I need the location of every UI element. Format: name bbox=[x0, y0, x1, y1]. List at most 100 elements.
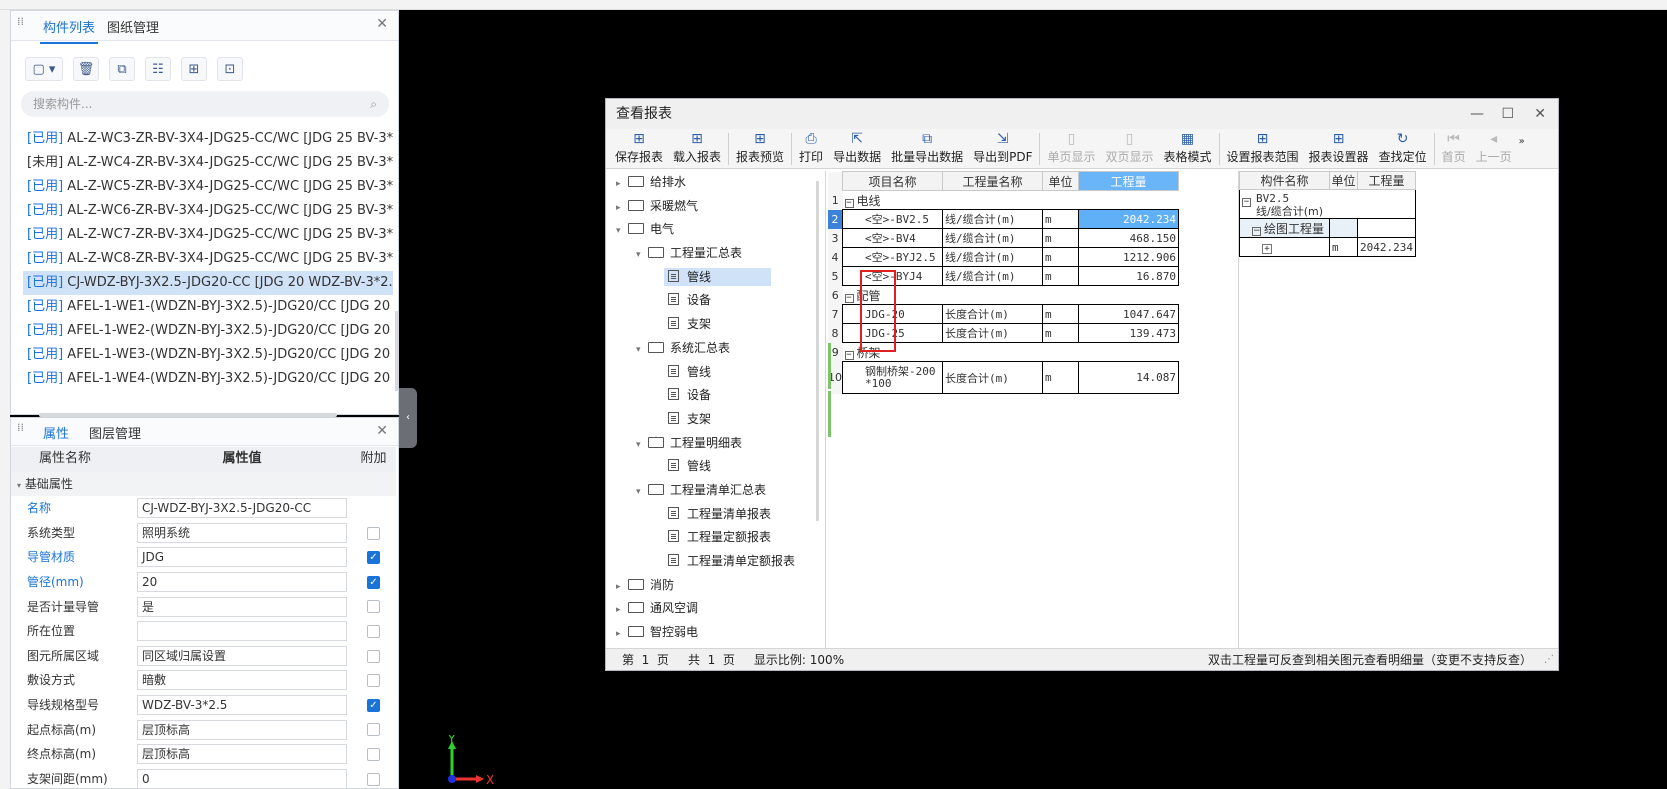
collapse-panel-icon[interactable]: ‹ bbox=[399, 388, 417, 448]
list-item[interactable]: [已用] AL-Z-WC6-ZR-BV-3X4-JDG25-CC/WC [JDG… bbox=[23, 199, 393, 223]
report-settings-button[interactable]: ⊞ 报表设置器 bbox=[1304, 130, 1374, 165]
property-value-field[interactable]: 暗敷 bbox=[137, 670, 347, 691]
collapse-icon[interactable]: − bbox=[844, 350, 854, 360]
tree-node[interactable]: ▸ 消防 bbox=[606, 574, 825, 598]
cell-qty[interactable]: 1047.647 bbox=[1078, 304, 1179, 324]
property-value-field[interactable]: 层顶标高 bbox=[137, 744, 347, 765]
extra-checkbox[interactable] bbox=[367, 600, 380, 614]
tree-node[interactable]: ▾ 系统汇总表 bbox=[606, 337, 825, 361]
extra-checkbox[interactable] bbox=[367, 747, 380, 761]
load-report-button[interactable]: ⊞ 载入报表 bbox=[668, 130, 726, 165]
export-icon[interactable]: ⊡ bbox=[217, 57, 243, 81]
tab-component-list[interactable]: 构件列表 bbox=[39, 17, 99, 44]
table-row[interactable]: 2 <空>-BV2.5 线/缆合计(m) m 2042.234 bbox=[828, 209, 1179, 229]
detail-row[interactable]: + m 2042.234 bbox=[1239, 237, 1416, 257]
tree-scrollbar[interactable] bbox=[816, 181, 819, 521]
single-page-button[interactable]: ▯ 单页显示 bbox=[1042, 130, 1100, 165]
extra-checkbox-checked[interactable]: ✓ bbox=[367, 575, 380, 589]
cell-qty[interactable]: 16.870 bbox=[1078, 266, 1179, 286]
pin-icon[interactable]: ⁞⁞ bbox=[17, 16, 27, 35]
header-unit[interactable]: 单位 bbox=[1329, 171, 1358, 190]
report-preview-button[interactable]: ⊞ 报表预览 bbox=[731, 130, 789, 165]
list-item-selected[interactable]: [已用] CJ-WDZ-BYJ-3X2.5-JDG20-CC [JDG 20 W… bbox=[23, 271, 393, 295]
table-row[interactable]: 4 <空>-BYJ2.5 线/缆合计(m) m 1212.906 bbox=[828, 247, 1179, 267]
property-value-field[interactable]: 0 bbox=[137, 768, 347, 789]
export-data-button[interactable]: ⇱ 导出数据 bbox=[828, 130, 886, 165]
close-icon[interactable]: ✕ bbox=[1534, 99, 1546, 129]
search-input[interactable]: 搜索构件... ⌕ bbox=[21, 91, 389, 117]
tree-node[interactable]: 设备 bbox=[606, 384, 825, 408]
property-value-field[interactable]: 层顶标高 bbox=[137, 719, 347, 740]
extra-checkbox[interactable] bbox=[367, 649, 380, 663]
collapse-arrow-icon[interactable]: ▾ bbox=[636, 339, 648, 362]
extra-checkbox[interactable] bbox=[367, 674, 380, 688]
cell-qty[interactable]: 14.087 bbox=[1078, 361, 1179, 394]
property-value-field[interactable]: WDZ-BV-3*2.5 bbox=[137, 694, 347, 715]
property-value-field[interactable] bbox=[137, 621, 347, 642]
extra-checkbox[interactable] bbox=[367, 772, 380, 786]
search-icon[interactable]: ⌕ bbox=[370, 91, 377, 117]
tab-layer-management[interactable]: 图层管理 bbox=[89, 423, 141, 442]
property-value-field[interactable]: JDG bbox=[137, 547, 347, 568]
property-value-field[interactable]: 照明系统 bbox=[137, 522, 347, 543]
cell-qty[interactable]: 2042.234 bbox=[1078, 209, 1179, 229]
tree-node[interactable]: ▾ 工程量汇总表 bbox=[606, 242, 825, 266]
header-qty[interactable]: 工程量 bbox=[1078, 171, 1179, 191]
table-row[interactable]: 3 <空>-BV4 线/缆合计(m) m 468.150 bbox=[828, 228, 1179, 248]
expand-arrow-icon[interactable]: ▸ bbox=[616, 173, 628, 196]
tree-node[interactable]: ▸ 采暖燃气 bbox=[606, 195, 825, 219]
list-item[interactable]: [已用] AL-Z-WC3-ZR-BV-3X4-JDG25-CC/WC [JDG… bbox=[23, 127, 393, 151]
tree-node[interactable]: 支架 bbox=[606, 408, 825, 432]
list-item[interactable]: [已用] AFEL-1-WE3-(WDZN-BYJ-3X2.5)-JDG20/C… bbox=[23, 343, 393, 367]
extra-checkbox[interactable] bbox=[367, 723, 380, 737]
header-item-name[interactable]: 项目名称 bbox=[842, 171, 943, 191]
maximize-icon[interactable]: ☐ bbox=[1501, 99, 1514, 129]
tree-node[interactable]: ▾ 工程量明细表 bbox=[606, 432, 825, 456]
header-unit[interactable]: 单位 bbox=[1042, 171, 1079, 191]
collapse-icon[interactable]: − bbox=[844, 198, 854, 208]
property-group[interactable]: ▾ 基础属性 bbox=[11, 471, 396, 497]
cell-qty[interactable]: 139.473 bbox=[1078, 323, 1179, 343]
tree-node[interactable]: 工程量清单定额报表 bbox=[606, 550, 825, 574]
new-component-icon[interactable]: ▢ ▾ bbox=[25, 57, 63, 81]
first-page-button[interactable]: ⏮ 首页 bbox=[1437, 130, 1471, 165]
layer-copy-icon[interactable]: ☷ bbox=[145, 57, 171, 81]
list-item[interactable]: [已用] AFEL-1-WE4-(WDZN-BYJ-3X2.5)-JDG20/C… bbox=[23, 367, 393, 391]
list-item[interactable]: [已用] AFEL-1-WE2-(WDZN-BYJ-3X2.5)-JDG20/C… bbox=[23, 319, 393, 343]
property-value-field[interactable]: CJ-WDZ-BYJ-3X2.5-JDG20-CC bbox=[137, 498, 347, 519]
set-report-range-button[interactable]: ⊞ 设置报表范围 bbox=[1222, 130, 1304, 165]
table-row[interactable]: 10 钢制桥架-200*100 长度合计(m) m 14.087 bbox=[828, 361, 1179, 394]
cell-qty[interactable]: 1212.906 bbox=[1078, 247, 1179, 267]
more-tools-icon[interactable]: » bbox=[1517, 133, 1527, 165]
list-item[interactable]: [已用] AL-Z-WC8-ZR-BV-3X4-JDG25-CC/WC [JDG… bbox=[23, 247, 393, 271]
extra-checkbox-checked[interactable]: ✓ bbox=[367, 698, 380, 712]
expand-arrow-icon[interactable]: ▸ bbox=[616, 576, 628, 599]
resize-grip-icon[interactable]: ⋰ bbox=[1544, 649, 1554, 671]
prev-page-button[interactable]: ◂ 上一页 bbox=[1471, 130, 1517, 165]
filter-icon[interactable]: ⊞ bbox=[181, 57, 207, 81]
tree-node[interactable]: 设备 bbox=[606, 289, 825, 313]
collapse-arrow-icon[interactable]: ▾ bbox=[636, 481, 648, 504]
tree-node[interactable]: 管线 bbox=[606, 361, 825, 385]
tree-node[interactable]: ▾ 电气 bbox=[606, 218, 825, 242]
tree-node[interactable]: 支架 bbox=[606, 313, 825, 337]
tree-node[interactable]: ▸ 智控弱电 bbox=[606, 621, 825, 645]
tree-node-selected[interactable]: 管线 bbox=[606, 266, 825, 290]
tab-properties[interactable]: 属性 bbox=[39, 423, 73, 450]
extra-checkbox[interactable] bbox=[367, 624, 380, 638]
list-item[interactable]: [已用] AL-Z-WC7-ZR-BV-3X4-JDG25-CC/WC [JDG… bbox=[23, 223, 393, 247]
expand-arrow-icon[interactable]: ▸ bbox=[616, 599, 628, 622]
print-button[interactable]: ⎙ 打印 bbox=[794, 130, 828, 165]
copy-icon[interactable]: ⧉ bbox=[109, 57, 135, 81]
expand-arrow-icon[interactable]: ▸ bbox=[616, 197, 628, 220]
expand-icon[interactable]: + bbox=[1262, 243, 1272, 254]
property-value-field[interactable]: 同区域归属设置 bbox=[137, 645, 347, 666]
cell-qty[interactable]: 468.150 bbox=[1078, 228, 1179, 248]
tree-node[interactable]: ▾ 工程量清单汇总表 bbox=[606, 479, 825, 503]
collapse-icon[interactable]: − bbox=[844, 293, 854, 303]
delete-icon[interactable]: 🗑 bbox=[73, 57, 99, 81]
list-item[interactable]: [已用] AFEL-1-WE1-(WDZN-BYJ-3X2.5)-JDG20/C… bbox=[23, 295, 393, 319]
header-qty[interactable]: 工程量 bbox=[1357, 171, 1416, 190]
extra-checkbox[interactable] bbox=[367, 526, 380, 540]
collapse-arrow-icon[interactable]: ▾ bbox=[616, 220, 628, 243]
